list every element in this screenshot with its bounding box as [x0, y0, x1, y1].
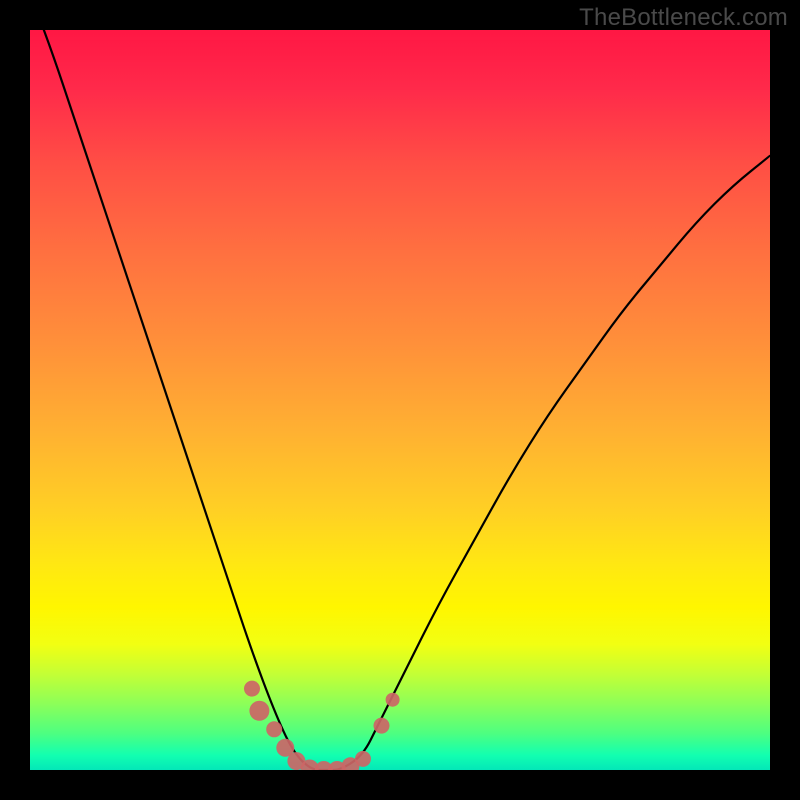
data-marker — [249, 701, 269, 721]
plot-area — [30, 30, 770, 770]
data-marker — [244, 681, 260, 697]
data-marker — [266, 721, 282, 737]
data-marker — [386, 693, 400, 707]
data-marker — [355, 751, 371, 767]
watermark-text: TheBottleneck.com — [579, 4, 788, 32]
data-marker — [374, 718, 390, 734]
outer-frame: TheBottleneck.com — [0, 0, 800, 800]
chart-svg — [30, 30, 770, 770]
bottleneck-curve — [30, 30, 770, 770]
